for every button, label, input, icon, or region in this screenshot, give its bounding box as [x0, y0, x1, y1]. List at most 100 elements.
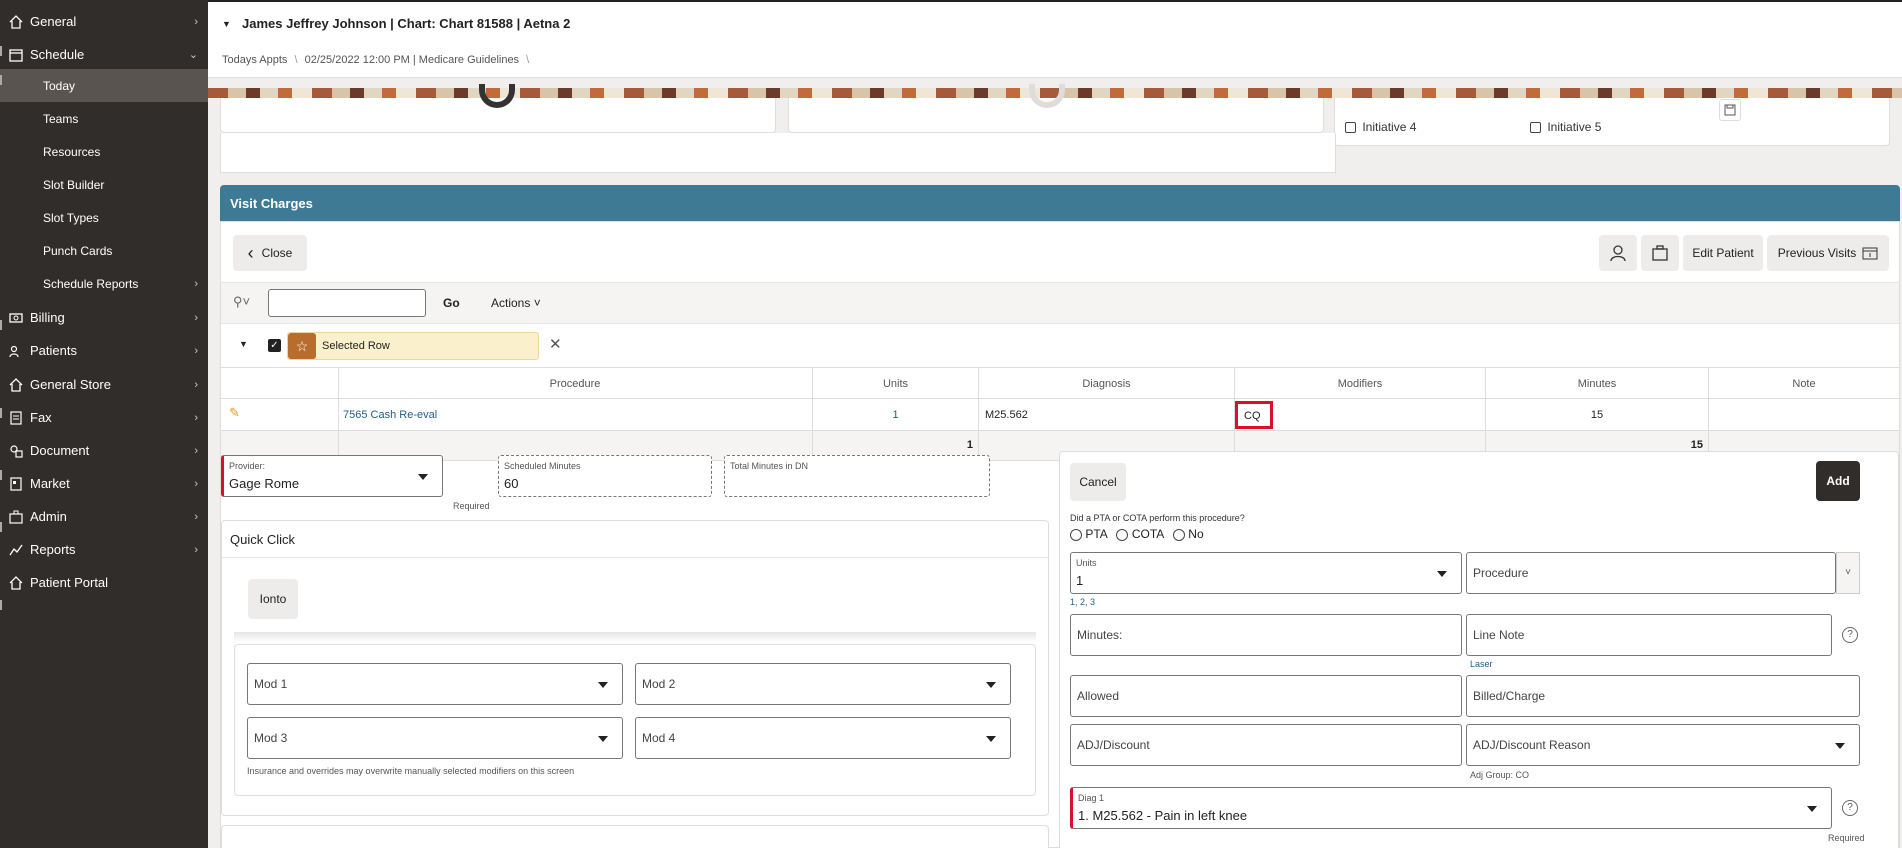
mod-4-select[interactable]: Mod 4	[635, 717, 1011, 759]
nav-sub-label: Today	[43, 78, 76, 93]
sidebar-sub-schedule-reports[interactable]: Schedule Reports ›	[0, 267, 208, 300]
units-select[interactable]: Units 1	[1070, 552, 1462, 594]
initiative-4-checkbox[interactable]: Initiative 4	[1345, 120, 1416, 134]
close-icon[interactable]: ✕	[549, 335, 562, 353]
edge-tick	[0, 46, 2, 56]
search-input[interactable]	[268, 289, 426, 317]
col-diagnosis[interactable]: Diagnosis	[979, 378, 1234, 390]
adj-discount-input[interactable]: ADJ/Discount	[1070, 724, 1462, 766]
money-icon	[8, 310, 24, 326]
edge-tick	[0, 408, 2, 418]
nav-item-patient-portal[interactable]: Patient Portal	[0, 566, 208, 599]
minutes-input[interactable]: Minutes:	[1070, 614, 1462, 656]
patient-title: James Jeffrey Johnson | Chart: Chart 815…	[242, 16, 571, 31]
nav-item-billing[interactable]: Billing ›	[0, 301, 208, 334]
diag-label: Diag 1	[1078, 793, 1105, 803]
close-button[interactable]: ‹ Close	[233, 235, 307, 271]
caret-down-icon[interactable]: ▼	[222, 19, 231, 29]
no-radio[interactable]: No	[1172, 527, 1204, 541]
sidebar-sub-today[interactable]: Today	[0, 69, 208, 102]
nav-item-market[interactable]: Market ›	[0, 467, 208, 500]
edge-tick	[0, 320, 2, 330]
caret-down-icon[interactable]: ▼	[239, 339, 248, 349]
nav-item-general[interactable]: General ›	[0, 5, 208, 38]
col-divider	[1708, 367, 1709, 461]
patient-icon-button[interactable]	[1599, 235, 1637, 271]
cota-radio[interactable]: COTA	[1116, 527, 1164, 541]
nav-item-patients[interactable]: Patients ›	[0, 334, 208, 367]
nav-item-document[interactable]: Document ›	[0, 434, 208, 467]
sidebar-sub-resources[interactable]: Resources	[0, 135, 208, 168]
nav-item-general-store[interactable]: General Store ›	[0, 368, 208, 401]
scheduled-minutes-field[interactable]: Scheduled Minutes 60	[498, 455, 712, 497]
allowed-input[interactable]: Allowed	[1070, 675, 1462, 717]
diagnosis-cell: M25.562	[985, 409, 1028, 421]
summary-strip	[220, 133, 1336, 173]
caret-down-icon	[598, 736, 608, 742]
pencil-icon[interactable]: ✎	[229, 405, 240, 421]
progress-ring	[479, 84, 515, 108]
minutes-placeholder: Minutes:	[1077, 628, 1123, 642]
billed-charge-input[interactable]: Billed/Charge	[1466, 675, 1860, 717]
nav-item-fax[interactable]: Fax ›	[0, 401, 208, 434]
line-note-input[interactable]: Line Note	[1466, 614, 1832, 656]
go-button[interactable]: Go	[443, 296, 460, 310]
mod-1-select[interactable]: Mod 1	[247, 663, 623, 705]
units-cell: 1	[892, 409, 899, 421]
chevron-down-icon[interactable]: ˅	[1836, 552, 1860, 594]
col-divider	[1485, 367, 1486, 461]
breadcrumb-item[interactable]: 02/25/2022 12:00 PM | Medicare Guideline…	[305, 54, 519, 66]
help-icon[interactable]: ?	[1842, 800, 1858, 816]
col-note[interactable]: Note	[1709, 378, 1899, 390]
briefcase-icon-button[interactable]	[1641, 235, 1679, 271]
ionto-button[interactable]: Ionto	[248, 579, 298, 619]
sidebar-sub-slot-types[interactable]: Slot Types	[0, 201, 208, 234]
edit-patient-button[interactable]: Edit Patient	[1683, 235, 1763, 271]
next-panel	[221, 825, 1049, 848]
total-minutes-field[interactable]: Total Minutes in DN	[724, 455, 990, 497]
modifiers-cell[interactable]: CQ	[1235, 401, 1273, 429]
nav-label: Patient Portal	[30, 575, 109, 590]
sidebar-sub-punch-cards[interactable]: Punch Cards	[0, 234, 208, 267]
nav-item-admin[interactable]: Admin ›	[0, 500, 208, 533]
col-procedure[interactable]: Procedure	[338, 378, 812, 390]
search-bar: ⚲˅ Go Actions ˅	[221, 283, 1899, 323]
document-icon	[8, 443, 24, 459]
caret-down-icon	[986, 682, 996, 688]
nav-sub-label: Punch Cards	[43, 243, 113, 258]
actions-menu[interactable]: Actions ˅	[491, 296, 541, 310]
selected-row-filter[interactable]: ☆ Selected Row	[287, 332, 539, 360]
users-icon	[8, 343, 24, 359]
sidebar-sub-slot-builder[interactable]: Slot Builder	[0, 168, 208, 201]
nav-item-reports[interactable]: Reports ›	[0, 533, 208, 566]
col-modifiers[interactable]: Modifiers	[1235, 378, 1485, 390]
nav-item-schedule[interactable]: Schedule ⌄	[0, 38, 208, 71]
caret-down-icon	[1437, 571, 1447, 577]
chevron-down-icon: ⌄	[188, 49, 198, 61]
mod-3-select[interactable]: Mod 3	[247, 717, 623, 759]
procedure-link[interactable]: 7565 Cash Re-eval	[343, 409, 437, 421]
adj-group-hint: Adj Group: CO	[1470, 770, 1530, 780]
procedure-input[interactable]: Procedure	[1466, 552, 1836, 594]
adj-reason-select[interactable]: ADJ/Discount Reason	[1466, 724, 1860, 766]
sidebar-sub-teams[interactable]: Teams	[0, 102, 208, 135]
help-icon[interactable]: ?	[1842, 627, 1858, 643]
nav-label: General Store	[30, 377, 111, 392]
diag-1-select[interactable]: Diag 1 1. M25.562 - Pain in left knee	[1070, 787, 1832, 829]
provider-select[interactable]: Provider: Gage Rome	[221, 455, 443, 497]
mod-2-select[interactable]: Mod 2	[635, 663, 1011, 705]
table-row[interactable]: ✎ 7565 Cash Re-eval 1 M25.562 CQ 15	[221, 399, 1899, 431]
col-units[interactable]: Units	[813, 378, 978, 390]
pta-radio[interactable]: PTA	[1070, 527, 1107, 541]
initiative-5-checkbox[interactable]: Initiative 5	[1530, 120, 1601, 134]
col-minutes[interactable]: Minutes	[1486, 378, 1708, 390]
add-button[interactable]: Add	[1816, 461, 1860, 501]
previous-visits-button[interactable]: Previous Visits	[1767, 235, 1889, 271]
progress-ring	[1029, 84, 1065, 108]
cancel-button[interactable]: Cancel	[1070, 463, 1126, 501]
save-icon[interactable]	[1719, 99, 1741, 121]
breadcrumb-item[interactable]: Todays Appts	[222, 54, 287, 66]
filter-checkbox[interactable]: ✓	[268, 339, 281, 352]
search-icon[interactable]: ⚲˅	[233, 294, 250, 310]
modifiers-group: Mod 1 Mod 2 Mod 3 Mod 4 Insurance and ov…	[234, 644, 1036, 796]
